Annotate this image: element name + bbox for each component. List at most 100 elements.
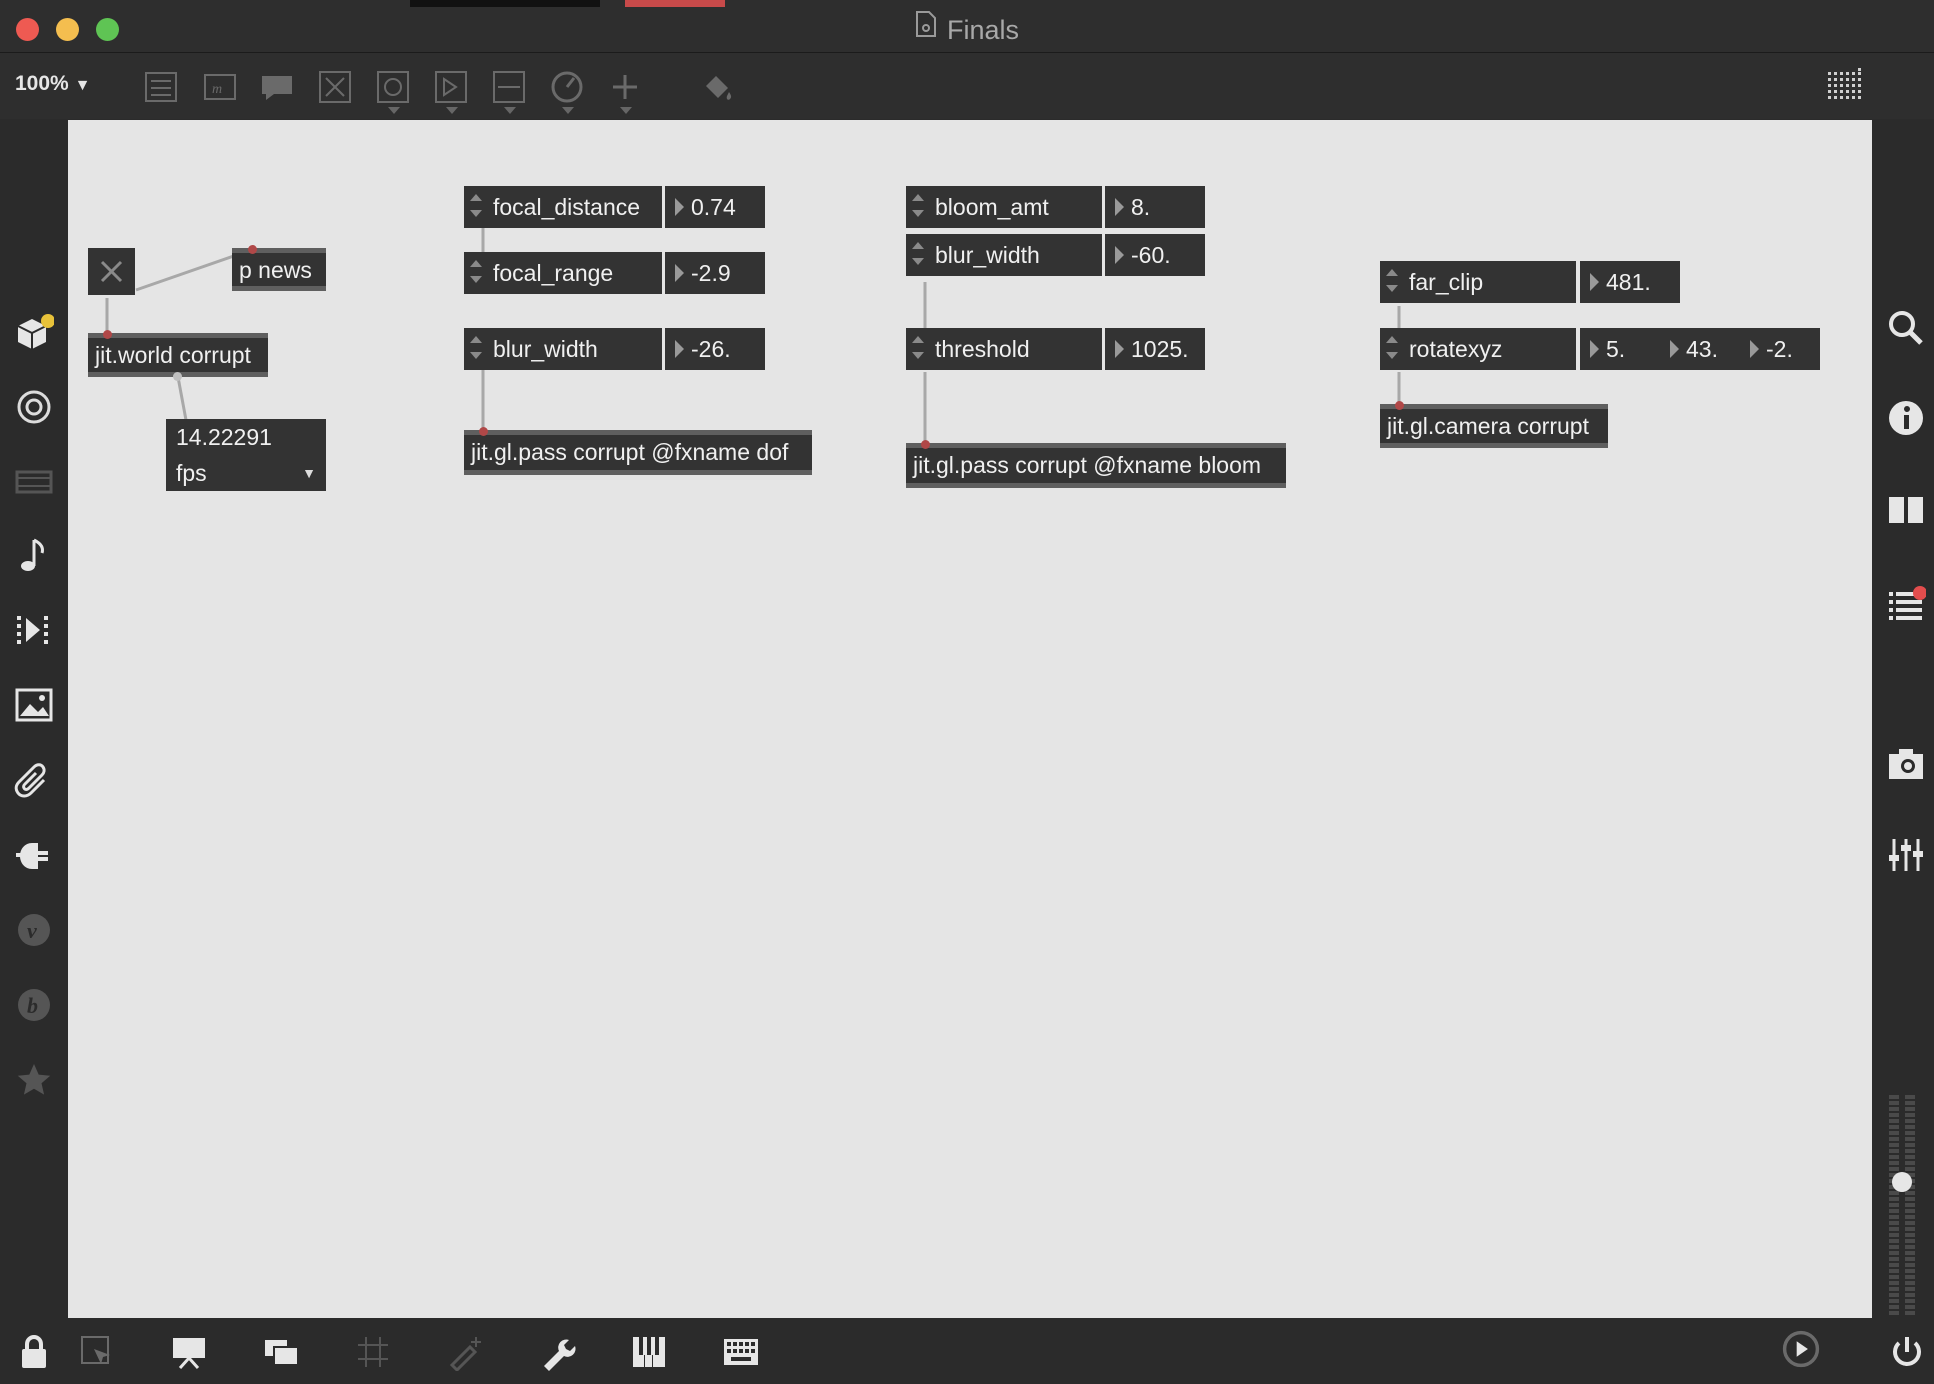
plugin-icon[interactable] (14, 835, 54, 875)
jit-gl-pass-dof-label: jit.gl.pass corrupt @fxname dof (471, 439, 789, 465)
play-icon[interactable] (1782, 1330, 1826, 1374)
outlet[interactable] (173, 372, 182, 381)
bloom-amt-value: 8. (1131, 194, 1151, 220)
fps-value: 14.22291 (176, 424, 272, 450)
toggle-button[interactable] (88, 248, 135, 295)
inlet[interactable] (479, 427, 488, 436)
toggle-icon[interactable] (374, 68, 412, 114)
rotate-y-number[interactable]: 43. (1660, 328, 1718, 370)
svg-text:v: v (27, 918, 37, 943)
far-clip-param[interactable]: far_clip (1380, 261, 1576, 303)
paint-bucket-icon[interactable] (698, 68, 736, 106)
p-news-object[interactable]: p news (232, 248, 326, 291)
volume-meter-right (1905, 1095, 1915, 1315)
close-icon (100, 260, 123, 283)
fps-menu[interactable]: fps ▼ (166, 455, 326, 491)
mixer-icon[interactable] (1886, 835, 1926, 875)
packages-icon[interactable] (14, 312, 55, 352)
fps-number-display[interactable]: 14.22291 (166, 419, 326, 455)
vimeo-icon[interactable]: v (14, 910, 54, 950)
blur-width-number[interactable]: -26. (665, 328, 765, 370)
blur-width-value: -26. (691, 336, 731, 362)
wrench-icon[interactable] (538, 1333, 576, 1371)
power-icon[interactable] (1888, 1333, 1926, 1371)
focal-distance-value: 0.74 (691, 194, 736, 220)
window-title-text: Finals (946, 15, 1020, 45)
blur-width-param[interactable]: blur_width (464, 328, 662, 370)
chevron-down-icon: ▼ (302, 465, 316, 481)
star-icon[interactable] (14, 1060, 54, 1100)
message-icon[interactable]: m (201, 68, 239, 106)
focal-range-param[interactable]: focal_range (464, 252, 662, 294)
rotate-y-value: 43. (1686, 336, 1718, 362)
image-icon[interactable] (14, 685, 54, 725)
grid-icon[interactable] (1826, 66, 1864, 104)
info-icon[interactable] (1886, 398, 1926, 438)
jit-gl-camera-label: jit.gl.camera corrupt (1387, 413, 1589, 439)
button-icon[interactable] (316, 68, 354, 106)
bloom-blur-width-label: blur_width (935, 242, 1040, 268)
patcher-canvas[interactable]: p news jit.world corrupt 14.22291 fps ▼ f… (68, 120, 1872, 1318)
threshold-value: 1025. (1131, 336, 1189, 362)
threshold-param[interactable]: threshold (906, 328, 1102, 370)
zoom-menu[interactable]: 100% ▼ (15, 72, 90, 96)
bloom-amt-number[interactable]: 8. (1105, 186, 1205, 228)
presentation-icon[interactable] (170, 1333, 208, 1371)
jit-world-object[interactable]: jit.world corrupt (88, 333, 268, 377)
rotate-z-number[interactable]: -2. (1740, 328, 1793, 370)
list-icon[interactable] (1886, 582, 1927, 622)
threshold-number[interactable]: 1025. (1105, 328, 1205, 370)
focal-distance-label: focal_distance (493, 194, 641, 220)
rotatexyz-param[interactable]: rotatexyz (1380, 328, 1576, 370)
keyboard-icon[interactable] (722, 1333, 760, 1371)
piano-icon[interactable] (630, 1333, 668, 1371)
music-note-icon[interactable] (14, 535, 54, 575)
rotate-x-value: 5. (1606, 336, 1626, 362)
slider-icon[interactable] (490, 68, 528, 114)
sequence-icon[interactable] (14, 610, 54, 650)
far-clip-number[interactable]: 481. (1580, 261, 1680, 303)
brush-icon[interactable] (446, 1333, 484, 1373)
bloom-blur-width-value: -60. (1131, 242, 1171, 268)
camera-icon[interactable] (1886, 745, 1926, 785)
bloom-blur-width-number[interactable]: -60. (1105, 234, 1205, 276)
b-icon[interactable]: b (14, 985, 54, 1025)
inlet[interactable] (103, 330, 112, 339)
rotate-z-value: -2. (1766, 336, 1793, 362)
select-icon[interactable] (78, 1333, 116, 1371)
svg-text:b: b (27, 993, 38, 1018)
inlet[interactable] (248, 245, 257, 254)
comment-icon[interactable] (258, 68, 296, 106)
video-icon[interactable] (14, 462, 54, 502)
svg-text:m: m (212, 82, 222, 97)
window-title: Finals (0, 0, 1934, 52)
focal-range-number[interactable]: -2.9 (665, 252, 765, 294)
volume-slider-knob[interactable] (1892, 1172, 1912, 1192)
dial-icon[interactable] (548, 68, 586, 114)
right-sidebar (1872, 119, 1934, 1318)
bloom-blur-width-param[interactable]: blur_width (906, 234, 1102, 276)
jit-gl-pass-bloom-object[interactable]: jit.gl.pass corrupt @fxname bloom (906, 443, 1286, 488)
new-object-icon[interactable] (142, 68, 180, 106)
jit-gl-pass-dof-object[interactable]: jit.gl.pass corrupt @fxname dof (464, 430, 812, 475)
paperclip-icon[interactable] (14, 760, 54, 800)
rotatexyz-multislider[interactable]: 5. 43. -2. (1580, 328, 1820, 370)
focal-distance-number[interactable]: 0.74 (665, 186, 765, 228)
inlet[interactable] (921, 440, 930, 449)
inlet[interactable] (1395, 401, 1404, 410)
focal-distance-param[interactable]: focal_distance (464, 186, 662, 228)
lock-icon[interactable] (15, 1333, 53, 1371)
add-icon[interactable] (606, 68, 644, 114)
number-icon[interactable] (432, 68, 470, 114)
p-news-label: p news (239, 257, 312, 283)
search-icon[interactable] (1886, 308, 1926, 348)
columns-icon[interactable] (1886, 490, 1926, 530)
target-icon[interactable] (14, 387, 54, 427)
jit-gl-camera-object[interactable]: jit.gl.camera corrupt (1380, 404, 1608, 448)
rotate-x-number[interactable]: 5. (1580, 328, 1625, 370)
chevron-down-icon: ▼ (74, 77, 91, 94)
far-clip-label: far_clip (1409, 269, 1484, 295)
windows-icon[interactable] (262, 1333, 300, 1371)
grid-icon[interactable] (354, 1333, 392, 1371)
bloom-amt-param[interactable]: bloom_amt (906, 186, 1102, 228)
